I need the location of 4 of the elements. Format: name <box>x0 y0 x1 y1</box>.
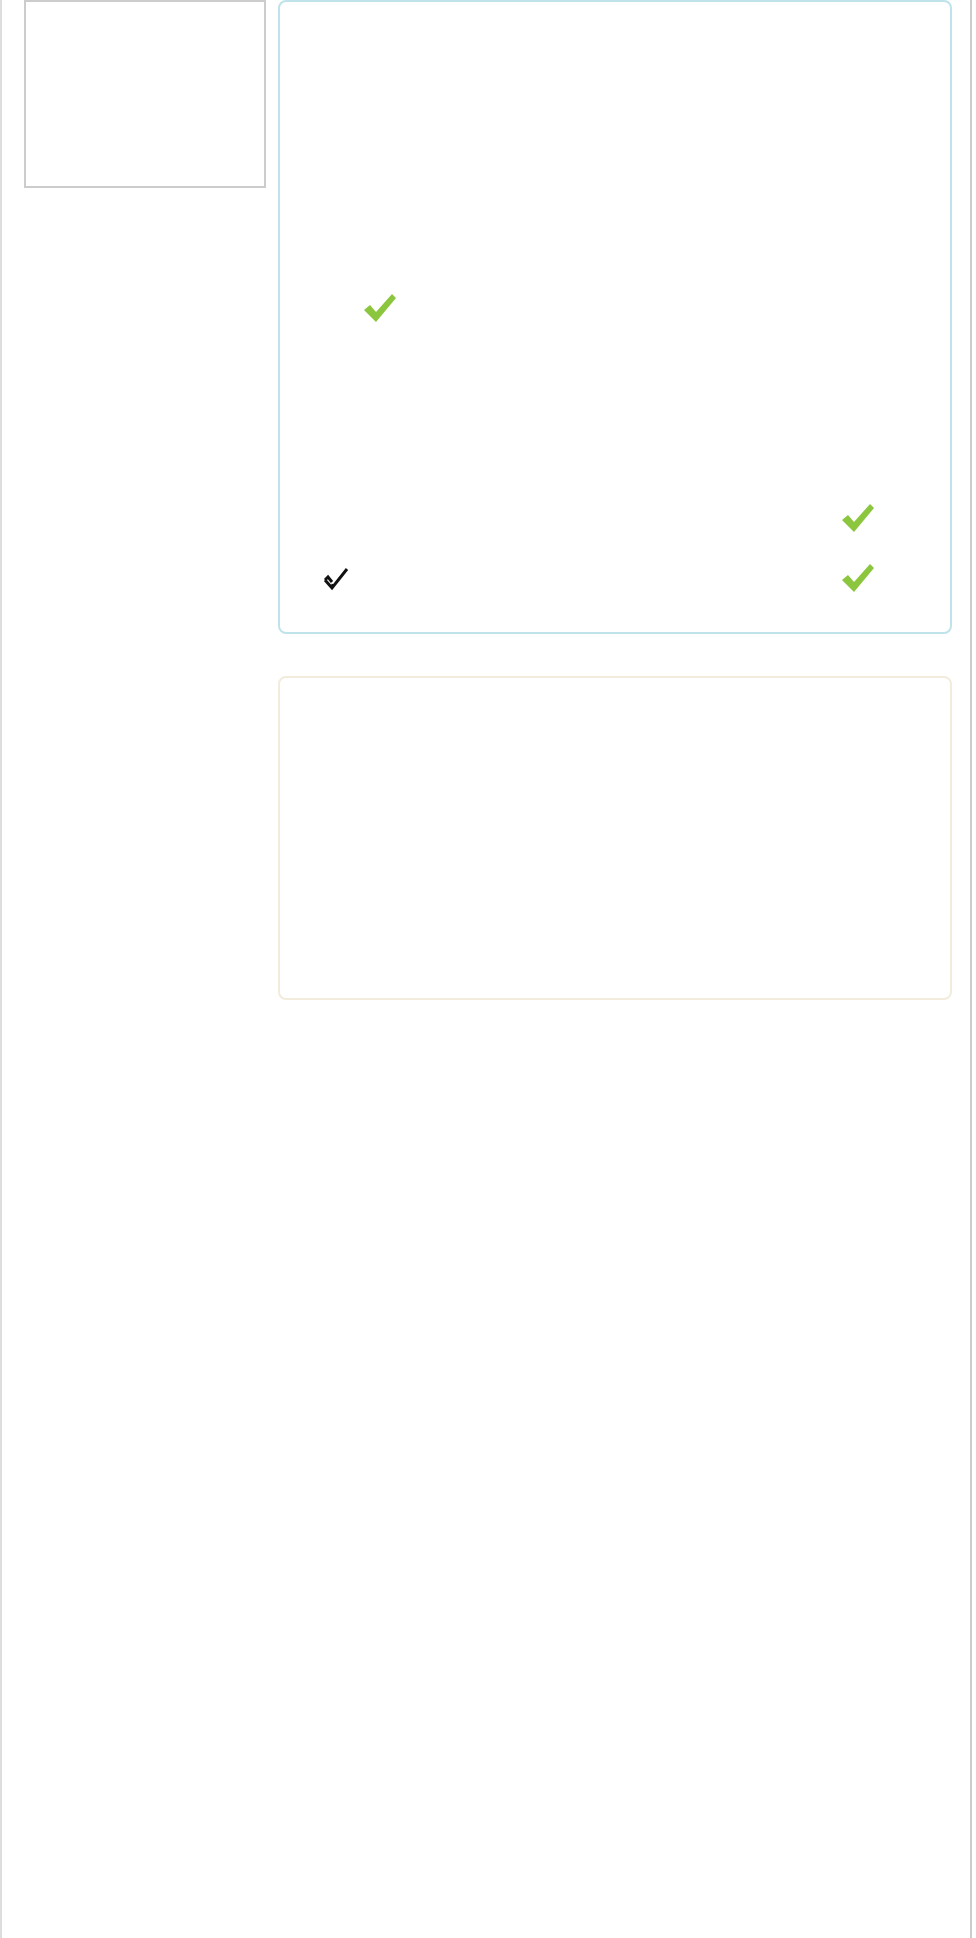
check-icon <box>362 292 398 324</box>
check-icon <box>840 502 876 534</box>
check-icon <box>840 562 876 594</box>
check-icon <box>322 565 350 591</box>
